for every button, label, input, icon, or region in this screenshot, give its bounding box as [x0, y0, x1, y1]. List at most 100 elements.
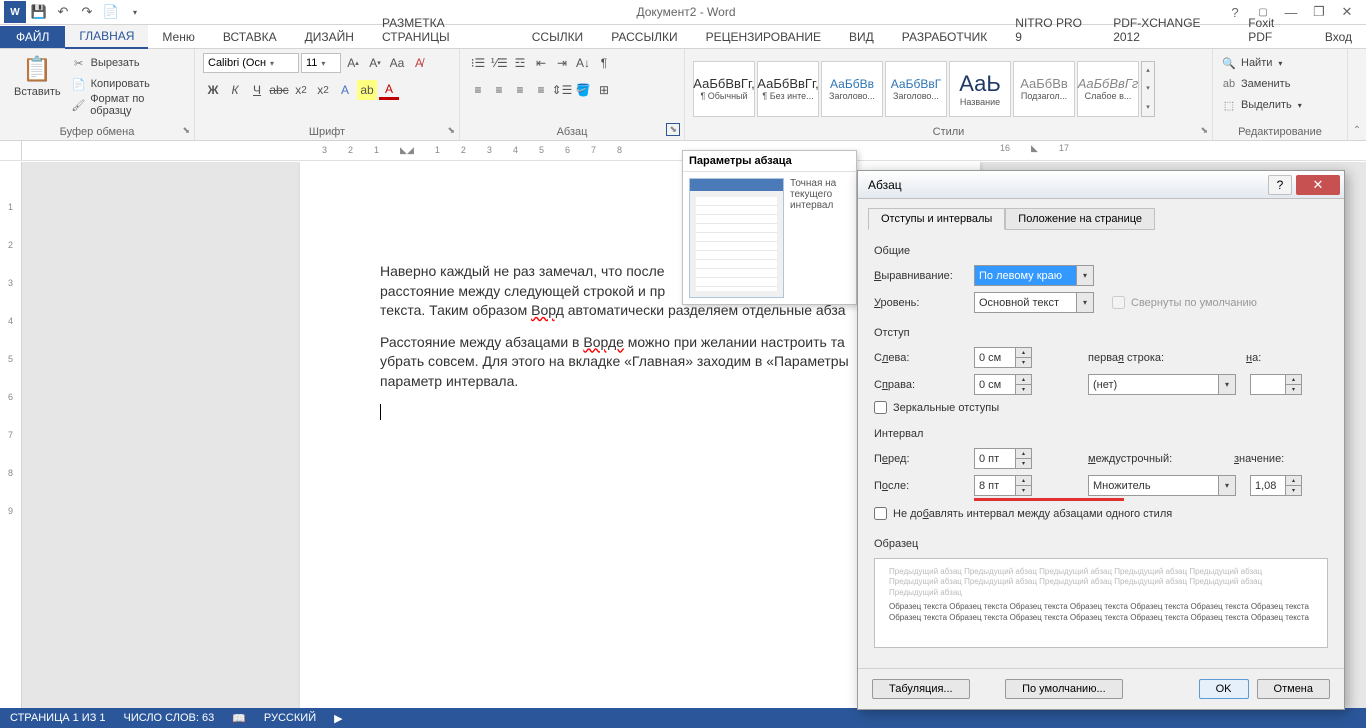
qat-dropdown-icon[interactable]: ▾: [124, 1, 146, 23]
firstline-combo[interactable]: (нет)▾: [1088, 374, 1236, 395]
alignment-combo[interactable]: По левому краю▾: [974, 265, 1094, 286]
bold-button[interactable]: Ж: [203, 80, 223, 100]
align-right-button[interactable]: ≡: [510, 80, 530, 100]
page-indicator[interactable]: СТРАНИЦА 1 ИЗ 1: [10, 712, 106, 724]
style-nospacing[interactable]: АаБбВвГг,¶ Без инте...: [757, 61, 819, 117]
style-heading2[interactable]: АаБбВвГЗаголово...: [885, 61, 947, 117]
styles-more[interactable]: ▴▾▾: [1141, 61, 1155, 117]
save-icon[interactable]: 💾: [28, 1, 50, 23]
style-normal[interactable]: АаБбВвГг,¶ Обычный: [693, 61, 755, 117]
font-launcher[interactable]: ⬊: [447, 125, 455, 136]
copy-button[interactable]: 📄Копировать: [71, 74, 186, 94]
tab-insert[interactable]: ВСТАВКА: [209, 26, 291, 48]
cancel-button[interactable]: Отмена: [1257, 679, 1330, 699]
tab-foxit[interactable]: Foxit PDF: [1234, 12, 1311, 48]
linespacing-combo[interactable]: Множитель▾: [1088, 475, 1236, 496]
tab-view[interactable]: ВИД: [835, 26, 888, 48]
dialog-titlebar[interactable]: Абзац ? ✕: [858, 171, 1344, 199]
tab-pdfxchange[interactable]: PDF-XCHANGE 2012: [1099, 12, 1234, 48]
style-subtitle[interactable]: АаБбВвПодзагол...: [1013, 61, 1075, 117]
tab-indents[interactable]: Отступы и интервалы: [868, 208, 1005, 230]
align-center-button[interactable]: ≡: [489, 80, 509, 100]
redo-icon[interactable]: ↷: [76, 1, 98, 23]
clipboard-launcher[interactable]: ⬊: [182, 125, 190, 136]
tab-nitro[interactable]: NITRO PRO 9: [1001, 12, 1099, 48]
spell-check-icon[interactable]: 📖: [232, 712, 246, 725]
tab-references[interactable]: ССЫЛКИ: [518, 26, 597, 48]
styles-launcher[interactable]: ⬊: [1200, 125, 1208, 136]
tab-position[interactable]: Положение на странице: [1005, 208, 1155, 230]
tab-review[interactable]: РЕЦЕНЗИРОВАНИЕ: [692, 26, 835, 48]
increase-indent-button[interactable]: ⇥: [552, 53, 572, 73]
text-effects-button[interactable]: A: [335, 80, 355, 100]
left-indent-spinner[interactable]: 0 см▴▾: [974, 347, 1032, 368]
format-painter-button[interactable]: 🖌Формат по образцу: [71, 95, 186, 115]
decrease-indent-button[interactable]: ⇤: [531, 53, 551, 73]
clear-format-button[interactable]: A̸: [409, 53, 429, 73]
sort-button[interactable]: A↓: [573, 53, 593, 73]
undo-icon[interactable]: ↶: [52, 1, 74, 23]
mirror-checkbox[interactable]: [874, 401, 887, 414]
style-title[interactable]: АаЬНазвание: [949, 61, 1011, 117]
bullets-button[interactable]: ⁝☰: [468, 53, 488, 73]
shading-button[interactable]: 🪣: [573, 80, 593, 100]
line-spacing-button[interactable]: ⇕☰: [552, 80, 572, 100]
right-indent-spinner[interactable]: 0 см▴▾: [974, 374, 1032, 395]
style-heading1[interactable]: АаБбВвЗаголово...: [821, 61, 883, 117]
tab-design[interactable]: ДИЗАЙН: [291, 26, 368, 48]
justify-button[interactable]: ≡: [531, 80, 551, 100]
style-subtle[interactable]: АаБбВвГгСлабое в...: [1077, 61, 1139, 117]
login-link[interactable]: Вход: [1311, 26, 1366, 48]
level-combo[interactable]: Основной текст▾: [974, 292, 1094, 313]
paste-button[interactable]: 📋 Вставить: [8, 53, 67, 100]
borders-button[interactable]: ⊞: [594, 80, 614, 100]
show-marks-button[interactable]: ¶: [594, 53, 614, 73]
nosame-checkbox[interactable]: [874, 507, 887, 520]
paragraph-group-label: Абзац⬊: [468, 124, 676, 138]
highlight-button[interactable]: ab: [357, 80, 377, 100]
new-doc-icon[interactable]: 📄: [100, 1, 122, 23]
paragraph-2[interactable]: Расстояние между абзацами в Ворде можно …: [380, 333, 900, 392]
dialog-close-button[interactable]: ✕: [1296, 175, 1340, 195]
ok-button[interactable]: OK: [1199, 679, 1249, 699]
after-spinner[interactable]: 8 пт▴▾: [974, 475, 1032, 496]
dialog-help-button[interactable]: ?: [1268, 175, 1292, 195]
word-count[interactable]: ЧИСЛО СЛОВ: 63: [124, 712, 215, 724]
find-button[interactable]: 🔍Найти▾: [1221, 53, 1302, 73]
underline-button[interactable]: Ч: [247, 80, 267, 100]
tab-developer[interactable]: РАЗРАБОТЧИК: [888, 26, 1002, 48]
macro-icon[interactable]: ▶: [334, 712, 342, 725]
tab-file[interactable]: ФАЙЛ: [0, 26, 65, 48]
close-button[interactable]: ✕: [1334, 2, 1360, 22]
tabs-button[interactable]: Табуляция...: [872, 679, 970, 699]
tab-home[interactable]: ГЛАВНАЯ: [65, 25, 148, 49]
shrink-font-button[interactable]: A▾: [365, 53, 385, 73]
vertical-ruler[interactable]: 123456789: [0, 162, 22, 708]
font-size-combo[interactable]: 11▾: [301, 53, 341, 73]
change-case-button[interactable]: Aa: [387, 53, 407, 73]
default-button[interactable]: По умолчанию...: [1005, 679, 1123, 699]
before-spinner[interactable]: 0 пт▴▾: [974, 448, 1032, 469]
font-name-combo[interactable]: Calibri (Осн▾: [203, 53, 299, 73]
tab-menu[interactable]: Меню: [148, 26, 208, 48]
paragraph-launcher[interactable]: ⬊: [666, 123, 680, 136]
italic-button[interactable]: К: [225, 80, 245, 100]
strike-button[interactable]: abc: [269, 80, 289, 100]
replace-button[interactable]: abЗаменить: [1221, 74, 1302, 94]
by-spinner[interactable]: ▴▾: [1250, 374, 1302, 395]
select-button[interactable]: ⬚Выделить▾: [1221, 95, 1302, 115]
superscript-button[interactable]: x2: [313, 80, 333, 100]
tab-layout[interactable]: РАЗМЕТКА СТРАНИЦЫ: [368, 12, 518, 48]
tab-mailings[interactable]: РАССЫЛКИ: [597, 26, 691, 48]
subscript-button[interactable]: x2: [291, 80, 311, 100]
grow-font-button[interactable]: A▴: [343, 53, 363, 73]
language-indicator[interactable]: РУССКИЙ: [264, 712, 316, 724]
font-color-button[interactable]: A: [379, 80, 399, 100]
multilevel-button[interactable]: ☲: [510, 53, 530, 73]
right-indent-label: Справа:: [874, 379, 966, 391]
collapse-ribbon-button[interactable]: ⌃: [1348, 49, 1366, 140]
value-spinner[interactable]: 1,08▴▾: [1250, 475, 1302, 496]
numbering-button[interactable]: ⅟☰: [489, 53, 509, 73]
cut-button[interactable]: ✂Вырезать: [71, 53, 186, 73]
align-left-button[interactable]: ≡: [468, 80, 488, 100]
